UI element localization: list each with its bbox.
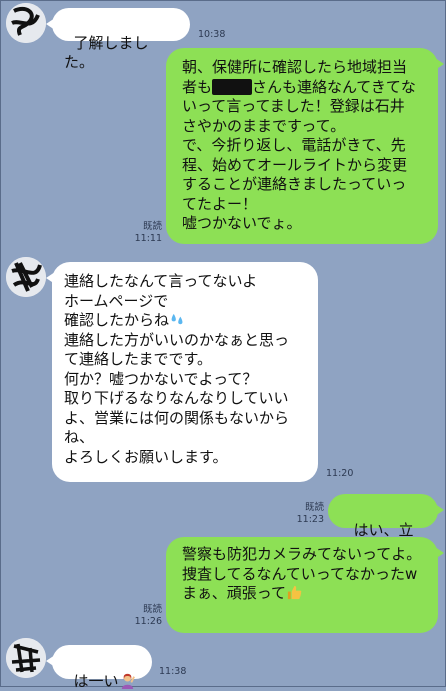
message-timestamp: 11:38 xyxy=(159,666,187,677)
read-receipt: 既読 xyxy=(142,604,162,615)
message-bubble-incoming[interactable]: は一い xyxy=(46,645,152,690)
message-bubble-incoming[interactable]: 連絡したなんて言ってないよ ホームページで 確認したからね 連絡した方がいいのか… xyxy=(46,262,318,482)
message-bubble-outgoing[interactable]: 朝、保健所に確認したら地域担当 者も さんも連絡なんてきてな いって言ってました！… xyxy=(166,48,444,244)
avatar[interactable] xyxy=(6,3,46,43)
message-text: 朝、保健所に確認したら地域担当 xyxy=(182,58,408,76)
message-timestamp: 11:11 xyxy=(134,233,162,244)
message-bubble-incoming[interactable]: 了解しました。 xyxy=(46,8,190,71)
message-timestamp: 11:23 xyxy=(296,514,324,525)
thumbs-up-icon xyxy=(287,585,302,600)
message-meta: 既読 11:23 xyxy=(288,502,324,526)
sweat-droplets-icon xyxy=(171,313,183,325)
message-timestamp: 11:20 xyxy=(326,468,354,479)
message-meta: 既読 11:26 xyxy=(126,604,162,628)
message-bubble-outgoing[interactable]: はい、立派 xyxy=(328,494,444,558)
read-receipt: 既読 xyxy=(142,221,162,232)
read-receipt: 既読 xyxy=(304,502,324,513)
message-text: さんも連絡なんてきてな xyxy=(252,77,416,96)
message-text: 連絡したなんて言ってないよ ホームページで 確認したからね xyxy=(64,272,258,329)
message-bubble-outgoing[interactable]: 警察も防犯カメラみてないってよ。捜査してるなんていってなかったw まぁ、頑張って xyxy=(166,537,444,633)
message-text: 者も xyxy=(182,77,213,96)
message-timestamp: 10:38 xyxy=(198,29,226,40)
message-meta: 既読 11:11 xyxy=(126,221,162,245)
redaction-mark xyxy=(212,78,253,95)
message-text: いって言ってました！登録は石井 さやかのままですって。 で、今折り返し、電話がき… xyxy=(182,97,408,232)
message-text: 連絡した方がいいのかなぁと思っ て連絡したまでです。 何か？嘘つかないでよって？… xyxy=(64,330,290,466)
avatar[interactable] xyxy=(6,638,46,678)
avatar[interactable] xyxy=(6,257,46,297)
message-timestamp: 11:26 xyxy=(134,616,162,627)
person-gesturing-icon xyxy=(121,673,135,689)
